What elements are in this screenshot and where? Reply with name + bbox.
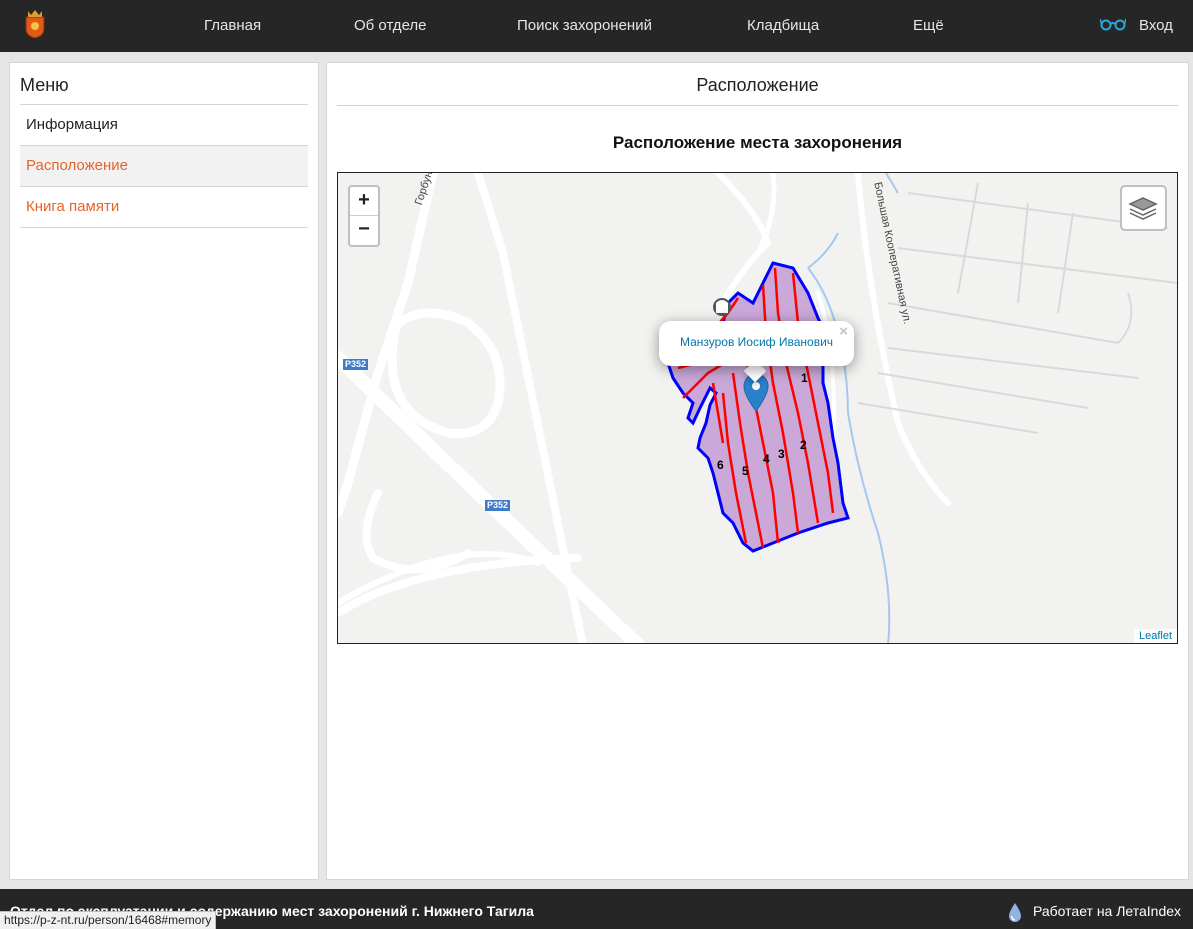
section-label: 6	[717, 458, 724, 472]
page-title: Расположение	[696, 75, 819, 95]
section-label: 1	[801, 371, 808, 385]
layers-icon	[1128, 197, 1158, 220]
status-bar-url: https://p-z-nt.ru/person/16468#memory	[0, 911, 217, 929]
title-divider	[337, 105, 1178, 106]
city-emblem-logo[interactable]	[24, 9, 46, 39]
zoom-control: + −	[348, 185, 380, 247]
nav-home[interactable]: Главная	[204, 17, 261, 34]
section-label: 5	[742, 464, 749, 478]
map-heading: Расположение места захоронения	[612, 133, 903, 152]
login-link[interactable]: Вход	[1139, 17, 1173, 34]
menu-item-location[interactable]: Расположение	[20, 146, 308, 187]
section-label: 3	[778, 447, 785, 461]
layers-control-button[interactable]	[1120, 185, 1167, 231]
top-navbar: Главная Об отделе Поиск захоронений Клад…	[0, 0, 1193, 52]
glasses-icon[interactable]	[1100, 16, 1126, 32]
zoom-out-button[interactable]: −	[350, 216, 378, 245]
main-content-panel: Расположение Расположение места захороне…	[326, 62, 1189, 880]
leaflet-attribution[interactable]: Leaflet	[1133, 629, 1177, 643]
nav-cemeteries[interactable]: Кладбища	[747, 17, 819, 34]
nav-about[interactable]: Об отделе	[354, 17, 427, 34]
section-label: 4	[763, 452, 770, 466]
nav-search-burials[interactable]: Поиск захоронений	[517, 17, 652, 34]
popup-person-link[interactable]: Манзуров Иосиф Иванович	[659, 335, 854, 349]
menu-list: Информация Расположение Книга памяти	[20, 104, 308, 228]
map-tiles[interactable]: 1 2 3 4 5 6	[338, 173, 1178, 644]
menu-title: Меню	[20, 75, 69, 95]
route-shield-r352: Р352	[485, 500, 511, 511]
zoom-in-button[interactable]: +	[350, 187, 378, 216]
water-drop-icon	[1009, 903, 1021, 922]
menu-item-information[interactable]: Информация	[20, 105, 308, 146]
cemetery-icon	[713, 298, 731, 316]
section-label: 2	[800, 438, 807, 452]
map-container[interactable]: 1 2 3 4 5 6 Горбуновская Большая Коопера…	[337, 172, 1178, 644]
popup-close-icon[interactable]: ×	[839, 323, 848, 340]
powered-by-label[interactable]: Работает на ЛетаIndex	[1033, 903, 1181, 919]
marker-popup: Манзуров Иосиф Иванович ×	[659, 321, 854, 366]
route-shield-r352: Р352	[343, 359, 369, 370]
sidebar-menu-panel: Меню Информация Расположение Книга памят…	[9, 62, 319, 880]
menu-item-memory-book[interactable]: Книга памяти	[20, 187, 308, 228]
nav-more[interactable]: Ещё	[913, 17, 944, 34]
